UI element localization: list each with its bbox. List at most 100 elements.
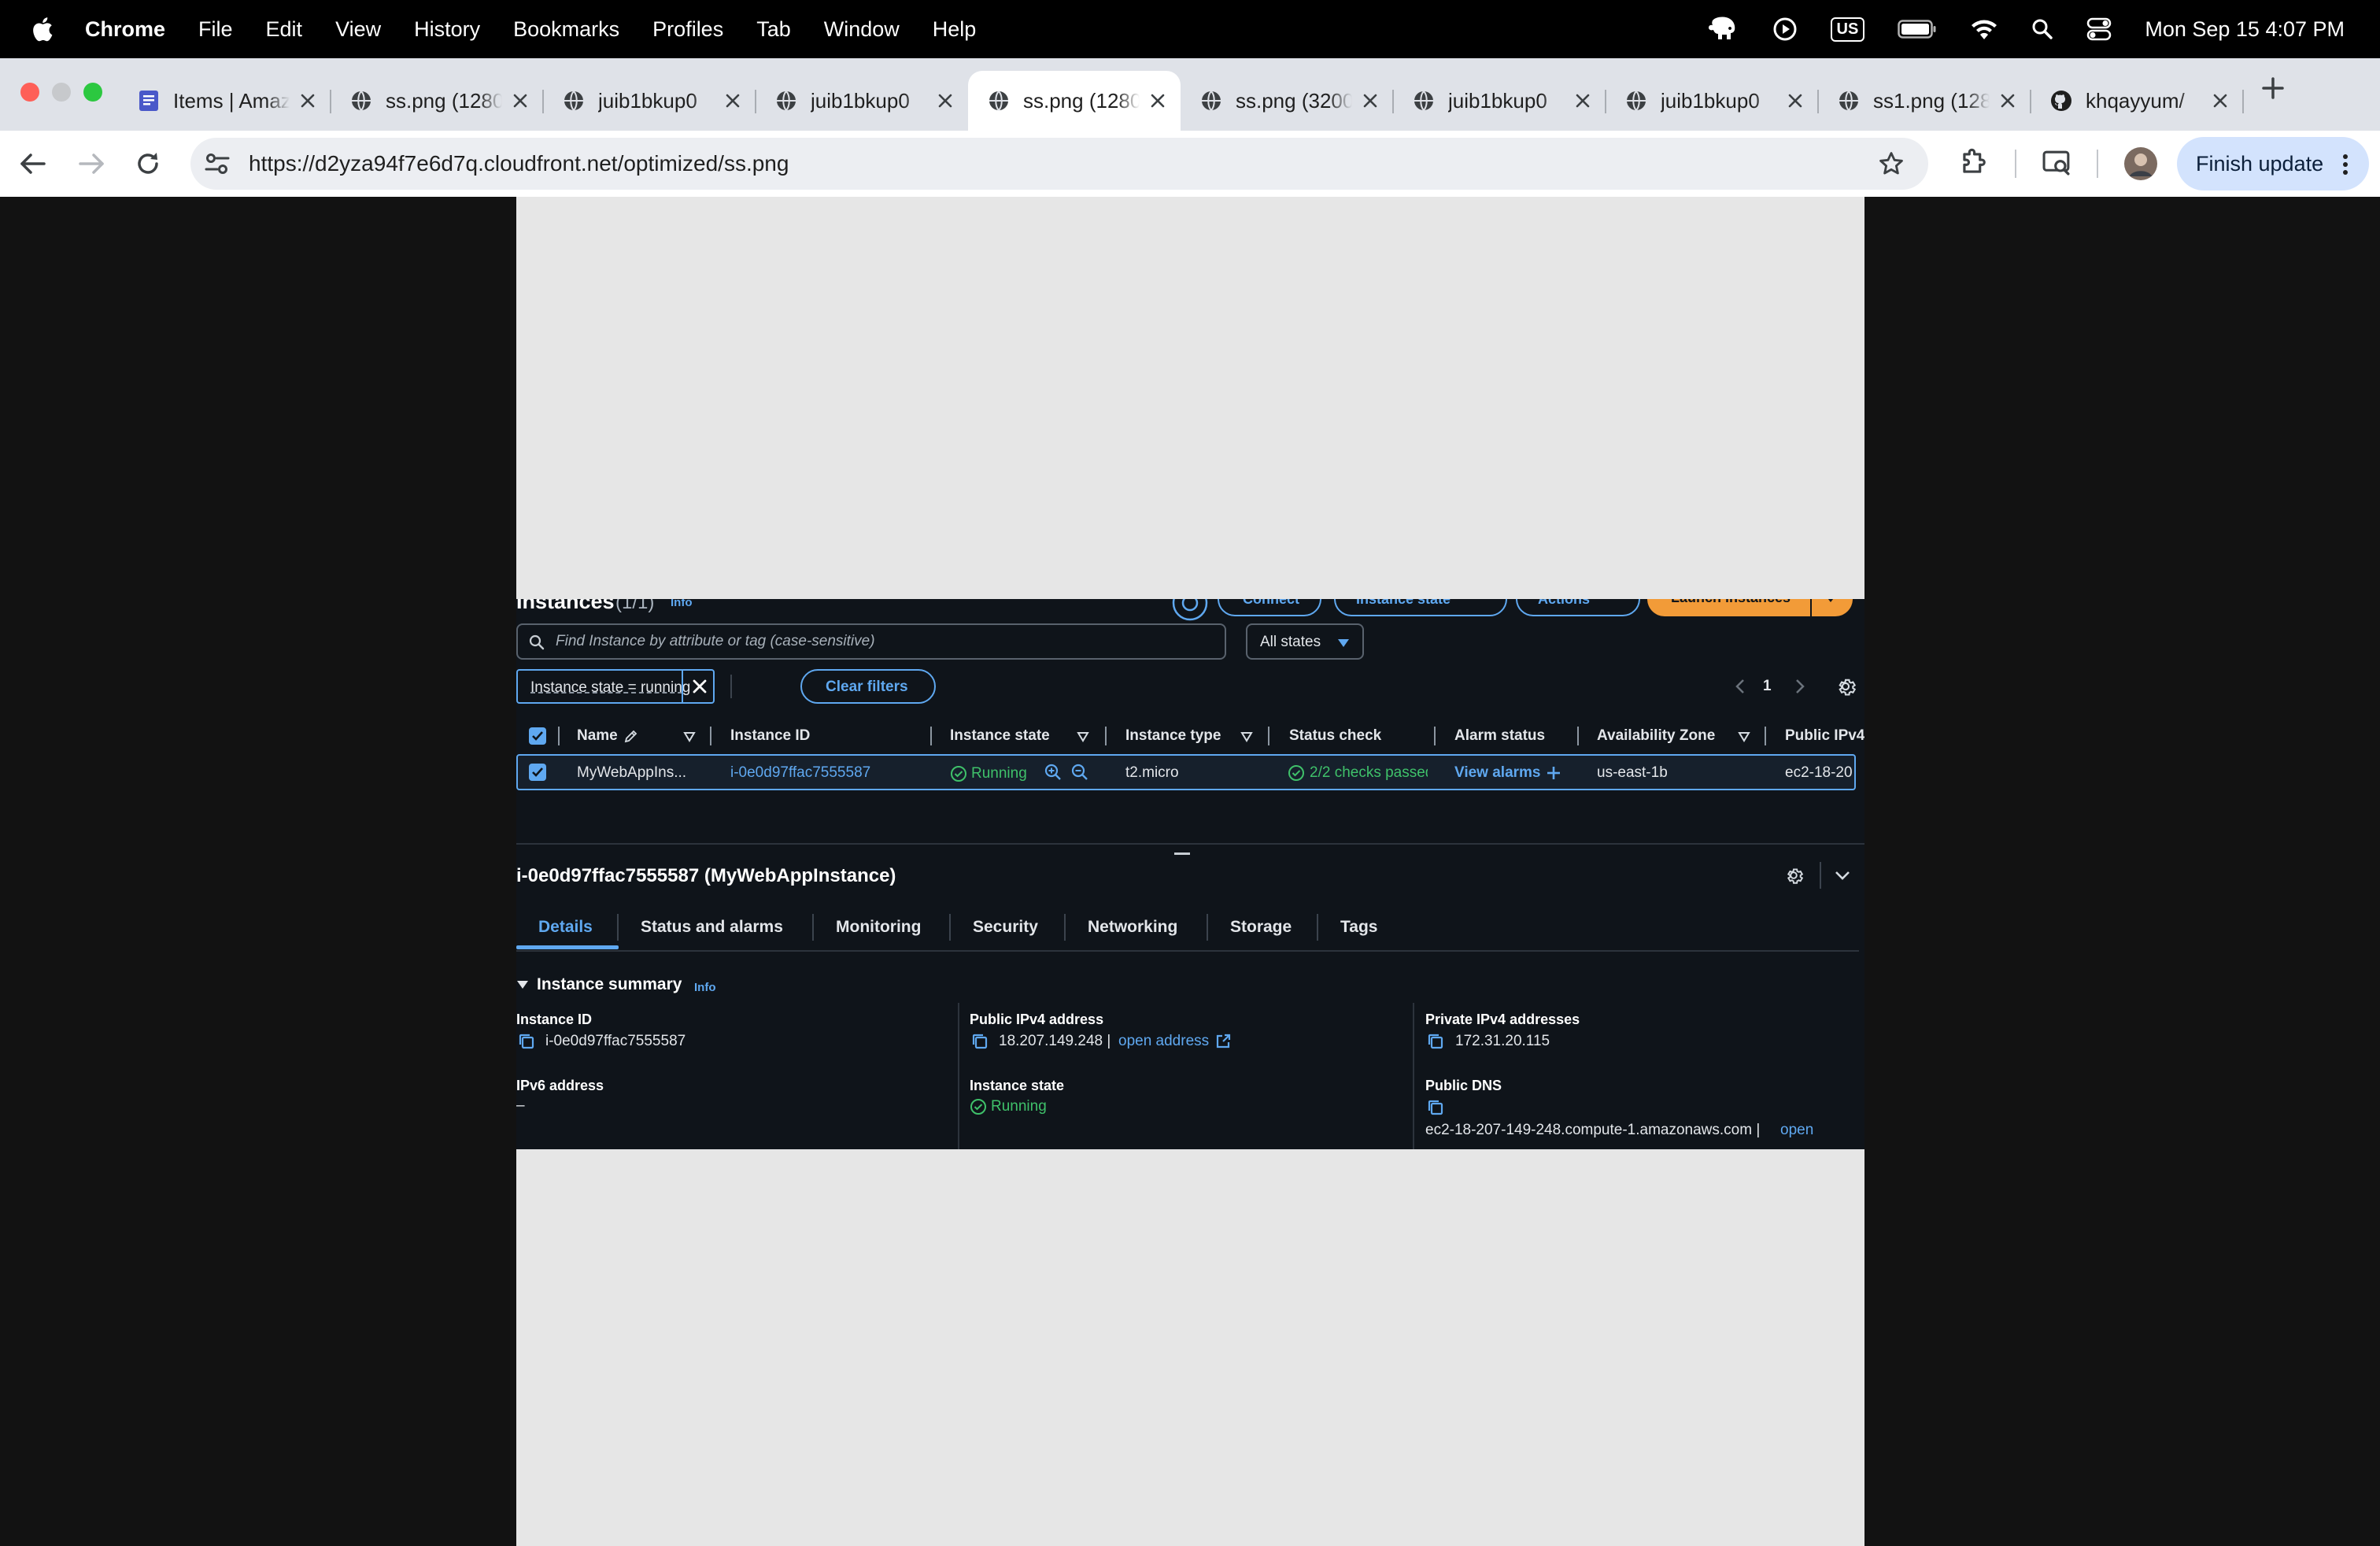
sort-caret-icon[interactable] — [1077, 731, 1089, 742]
table-row[interactable]: MyWebAppIns... i-0e0d97ffac7555587 Runni… — [516, 754, 1856, 790]
actions-button[interactable]: Actions — [1516, 599, 1640, 616]
browser-tab[interactable]: Items | Amazon — [118, 71, 331, 131]
menubar-clock[interactable]: Mon Sep 15 4:07 PM — [2145, 17, 2345, 42]
row-instance-id-link[interactable]: i-0e0d97ffac7555587 — [730, 764, 870, 782]
external-link-icon[interactable] — [1215, 1034, 1231, 1049]
forward-arrow-icon[interactable] — [77, 151, 105, 176]
connect-button[interactable]: Connect — [1218, 599, 1321, 616]
zoom-in-icon[interactable] — [1044, 763, 1062, 782]
summary-info-link[interactable]: Info — [694, 981, 716, 994]
column-header-instance-type[interactable]: Instance type — [1125, 727, 1221, 745]
finish-update-button[interactable]: Finish update — [2177, 137, 2369, 190]
zoom-out-icon[interactable] — [1070, 763, 1089, 782]
select-all-checkbox[interactable] — [529, 727, 546, 745]
sort-caret-icon[interactable] — [1738, 731, 1750, 742]
column-header-instance-id[interactable]: Instance ID — [730, 727, 810, 745]
menu-edit[interactable]: Edit — [266, 17, 303, 42]
control-center-icon[interactable] — [2086, 17, 2112, 41]
browser-tab[interactable]: ss.png (3200 — [1181, 71, 1394, 131]
filter-chip[interactable]: Instance state = running — [516, 669, 715, 704]
page-number[interactable]: 1 — [1763, 678, 1772, 695]
tab-security[interactable]: Security — [973, 918, 1038, 937]
copy-icon[interactable] — [971, 1033, 989, 1050]
column-header-instance-state[interactable]: Instance state — [950, 727, 1050, 745]
tab-search-cast-icon[interactable] — [2042, 148, 2073, 178]
tab-storage[interactable]: Storage — [1230, 918, 1292, 937]
tab-close-icon[interactable] — [1785, 91, 1805, 111]
sort-caret-icon[interactable] — [683, 731, 696, 742]
column-header-availability-zone[interactable]: Availability Zone — [1597, 727, 1715, 745]
tab-tags[interactable]: Tags — [1340, 918, 1377, 937]
menu-view[interactable]: View — [335, 17, 381, 42]
open-address-link[interactable]: open address — [1118, 1033, 1209, 1050]
copy-icon[interactable] — [518, 1033, 535, 1050]
refresh-icon[interactable] — [1172, 599, 1208, 621]
bookmark-star-icon[interactable] — [1878, 150, 1905, 177]
menu-bookmarks[interactable]: Bookmarks — [513, 17, 619, 42]
new-tab-plus-icon[interactable] — [2259, 74, 2287, 102]
copy-icon[interactable] — [1427, 1033, 1444, 1050]
reload-icon[interactable] — [134, 150, 162, 178]
tab-close-icon[interactable] — [1148, 91, 1168, 111]
menu-app-chrome[interactable]: Chrome — [85, 17, 165, 42]
play-circle-icon[interactable] — [1772, 17, 1798, 42]
instance-search-input[interactable]: Find Instance by attribute or tag (case-… — [516, 623, 1226, 660]
browser-tab[interactable]: juib1bkup0 — [1606, 71, 1819, 131]
more-vertical-icon[interactable] — [2341, 153, 2350, 176]
apple-logo-icon[interactable] — [30, 15, 54, 43]
menu-tab[interactable]: Tab — [756, 17, 791, 42]
column-header-status-check[interactable]: Status check — [1289, 727, 1381, 745]
url-text[interactable]: https://d2yza94f7e6d7q.cloudfront.net/op… — [249, 151, 789, 176]
extensions-puzzle-icon[interactable] — [1958, 148, 1988, 178]
menu-window[interactable]: Window — [824, 17, 900, 42]
row-checkbox[interactable] — [529, 764, 546, 781]
view-alarms-link[interactable]: View alarms — [1454, 764, 1541, 782]
panel-settings-gear-icon[interactable] — [1783, 865, 1804, 886]
window-zoom-button[interactable] — [83, 83, 102, 102]
drag-handle-icon[interactable] — [1174, 853, 1190, 855]
window-close-button[interactable] — [20, 83, 39, 102]
next-page-icon[interactable] — [1794, 678, 1805, 695]
remove-filter-close-icon[interactable] — [692, 679, 708, 694]
collapse-chevron-down-icon[interactable] — [1834, 869, 1851, 882]
instance-summary-heading[interactable]: Instance summary — [537, 975, 682, 994]
copy-icon[interactable] — [1427, 1099, 1444, 1116]
menu-help[interactable]: Help — [933, 17, 977, 42]
tab-details[interactable]: Details — [538, 918, 593, 937]
tab-close-icon[interactable] — [298, 91, 318, 111]
clear-filters-button[interactable]: Clear filters — [800, 669, 936, 704]
spotlight-search-icon[interactable] — [2031, 18, 2053, 40]
tab-close-icon[interactable] — [722, 91, 743, 111]
tab-close-icon[interactable] — [510, 91, 530, 111]
tab-close-icon[interactable] — [1572, 91, 1593, 111]
column-header-alarm-status[interactable]: Alarm status — [1454, 727, 1545, 745]
browser-tab[interactable]: juib1bkup0 — [543, 71, 756, 131]
launch-dropdown-button[interactable] — [1812, 599, 1853, 616]
address-bar[interactable]: https://d2yza94f7e6d7q.cloudfront.net/op… — [190, 138, 1928, 190]
input-source-indicator[interactable]: US — [1830, 17, 1865, 42]
browser-tab[interactable]: khqayyum/ — [2031, 71, 2244, 131]
battery-icon[interactable] — [1898, 20, 1937, 39]
tab-close-icon[interactable] — [1360, 91, 1380, 111]
add-alarm-plus-icon[interactable] — [1546, 765, 1561, 781]
menu-profiles[interactable]: Profiles — [652, 17, 723, 42]
browser-tab[interactable]: ss.png (1280 — [331, 71, 544, 131]
back-arrow-icon[interactable] — [19, 151, 47, 176]
launch-instances-button[interactable]: Launch instances — [1647, 599, 1810, 616]
column-header-public-ipv4[interactable]: Public IPv4 — [1785, 727, 1864, 745]
browser-tab[interactable]: ss1.png (1280 — [1818, 71, 2031, 131]
browser-tab[interactable]: juib1bkup0 — [1393, 71, 1606, 131]
elephant-icon[interactable] — [1708, 16, 1739, 43]
public-dns-open-link[interactable]: open — [1780, 1122, 1813, 1139]
menu-file[interactable]: File — [198, 17, 233, 42]
wifi-icon[interactable] — [1970, 18, 1998, 40]
browser-tab[interactable]: juib1bkup0 — [756, 71, 968, 131]
edit-pencil-icon[interactable] — [623, 728, 639, 744]
menu-history[interactable]: History — [414, 17, 480, 42]
sort-caret-icon[interactable] — [1240, 731, 1253, 742]
window-minimize-button[interactable] — [52, 83, 71, 102]
panel-splitter[interactable] — [516, 843, 1864, 845]
browser-tab[interactable]: ss.png (1280 — [968, 71, 1181, 131]
tab-networking[interactable]: Networking — [1088, 918, 1177, 937]
instances-info-link[interactable]: Info — [671, 599, 693, 609]
